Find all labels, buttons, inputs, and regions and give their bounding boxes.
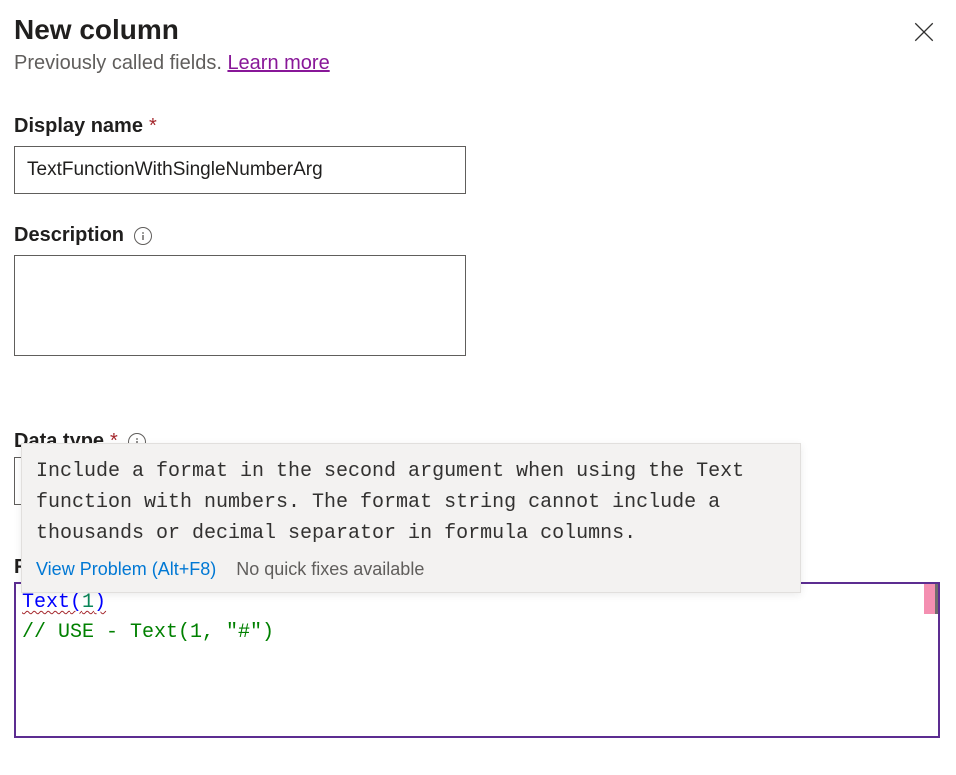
no-fixes-text: No quick fixes available	[236, 559, 424, 580]
display-name-input[interactable]	[14, 146, 466, 194]
code-token-number: 1	[82, 591, 94, 614]
description-input[interactable]	[14, 255, 466, 356]
code-token-comment: // USE - Text(1, "#")	[22, 621, 274, 644]
description-label: Description	[14, 224, 942, 247]
tooltip-message: Include a format in the second argument …	[36, 456, 786, 549]
panel-title: New column	[14, 14, 330, 46]
close-icon	[914, 22, 934, 42]
panel-subtitle: Previously called fields. Learn more	[14, 52, 330, 75]
description-label-text: Description	[14, 224, 124, 247]
code-token-func: Text	[22, 591, 70, 614]
required-indicator: *	[149, 115, 157, 138]
close-button[interactable]	[906, 14, 942, 53]
view-problem-link[interactable]: View Problem (Alt+F8)	[36, 559, 216, 580]
code-token-paren: (	[70, 591, 82, 614]
scrollbar-marker	[924, 584, 938, 614]
display-name-label: Display name *	[14, 115, 942, 138]
formula-editor[interactable]: Text(1) // USE - Text(1, "#")	[14, 582, 940, 738]
learn-more-link[interactable]: Learn more	[227, 52, 329, 74]
error-tooltip: Include a format in the second argument …	[21, 443, 801, 593]
code-line-2: // USE - Text(1, "#")	[22, 618, 932, 648]
info-icon[interactable]	[134, 227, 152, 245]
code-token-paren: )	[94, 591, 106, 614]
subtitle-text: Previously called fields.	[14, 52, 227, 74]
display-name-label-text: Display name	[14, 115, 143, 138]
